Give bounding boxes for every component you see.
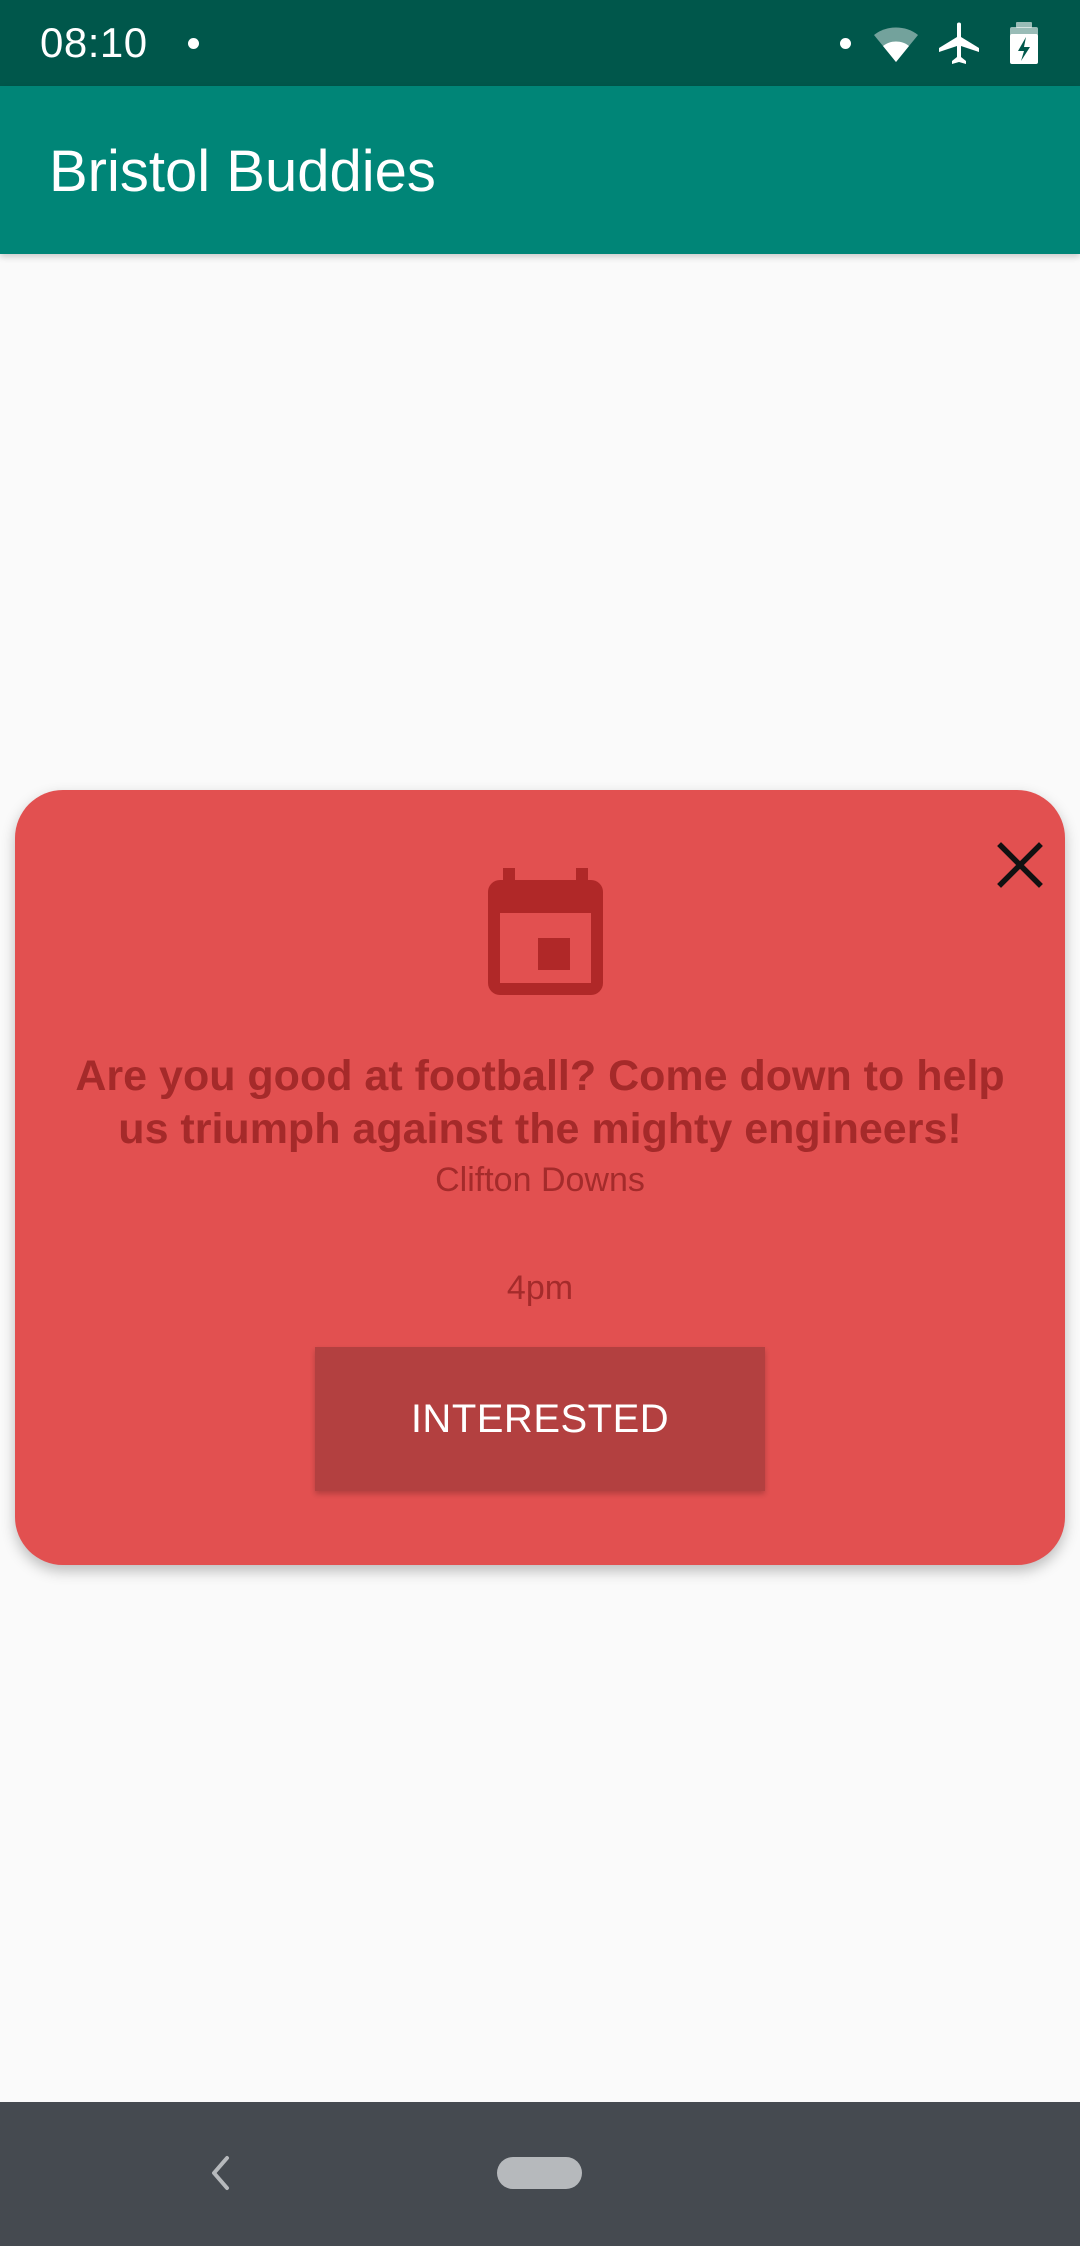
status-bar: 08:10 <box>0 0 1080 86</box>
wifi-icon <box>874 27 918 62</box>
calendar-icon <box>488 868 603 995</box>
close-button[interactable] <box>975 820 1065 910</box>
event-time: 4pm <box>506 1269 574 1307</box>
navigation-bar <box>0 2102 1080 2246</box>
back-chevron-icon[interactable] <box>196 2148 246 2198</box>
event-location: Clifton Downs <box>435 1161 645 1199</box>
status-dot-icon <box>840 38 851 49</box>
notification-dot-icon <box>188 38 199 49</box>
battery-icon <box>1010 22 1038 64</box>
event-title: Are you good at football? Come down to h… <box>75 1052 1005 1153</box>
airplane-icon <box>939 22 979 64</box>
interested-button[interactable]: INTERESTED <box>315 1347 765 1491</box>
app-bar: Bristol Buddies <box>0 86 1080 254</box>
app-title: Bristol Buddies <box>49 139 436 204</box>
event-card: Are you good at football? Come down to h… <box>15 790 1065 1565</box>
home-pill-icon[interactable] <box>497 2157 582 2189</box>
close-icon <box>997 842 1043 888</box>
status-time: 08:10 <box>40 19 148 66</box>
